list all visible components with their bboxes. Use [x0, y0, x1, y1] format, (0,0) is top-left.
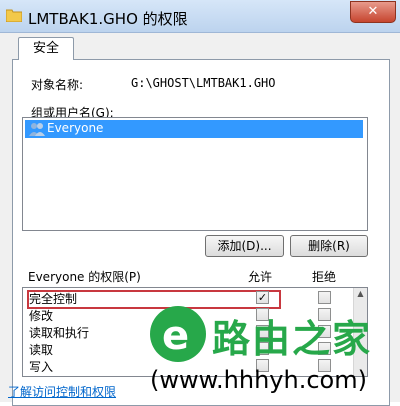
allow-checkbox[interactable]: ✓	[256, 291, 269, 304]
list-item-everyone[interactable]: Everyone	[25, 120, 363, 138]
perm-name: 完全控制	[29, 292, 78, 306]
object-name-value: G:\GHOST\LMTBAK1.GHO	[131, 76, 276, 90]
watermark-logo-icon: e	[150, 306, 206, 362]
users-listbox[interactable]: Everyone	[22, 117, 368, 231]
permissions-header: Everyone 的权限(P)	[28, 270, 141, 284]
users-icon	[29, 123, 45, 136]
perm-name: 读取和执行	[29, 326, 90, 340]
watermark: e 路由之家 (www.hhhyh.com)	[150, 304, 400, 402]
perm-name: 写入	[29, 360, 54, 374]
perm-name: 读取	[29, 343, 54, 357]
allow-column-header: 允许	[248, 270, 273, 284]
user-name: Everyone	[47, 121, 104, 135]
deny-column-header: 拒绝	[312, 270, 337, 284]
object-name-label: 对象名称:	[31, 78, 84, 92]
watermark-logo-letter: e	[162, 313, 190, 359]
scroll-up-arrow-icon[interactable]: ▲	[355, 289, 366, 301]
window-title: LMTBAK1.GHO 的权限	[28, 10, 188, 28]
tab-security[interactable]: 安全	[18, 37, 74, 60]
watermark-url: (www.hhhyh.com)	[150, 366, 367, 394]
folder-icon	[6, 9, 22, 22]
add-button[interactable]: 添加(D)...	[205, 235, 284, 257]
perm-name: 修改	[29, 309, 54, 323]
close-button[interactable]: ✕	[350, 1, 396, 23]
watermark-title: 路由之家	[212, 317, 373, 361]
title-bar: LMTBAK1.GHO 的权限 ✕	[0, 0, 400, 33]
deny-checkbox[interactable]	[318, 291, 331, 304]
remove-button[interactable]: 删除(R)	[290, 235, 368, 257]
access-control-link[interactable]: 了解访问控制和权限	[8, 383, 116, 400]
